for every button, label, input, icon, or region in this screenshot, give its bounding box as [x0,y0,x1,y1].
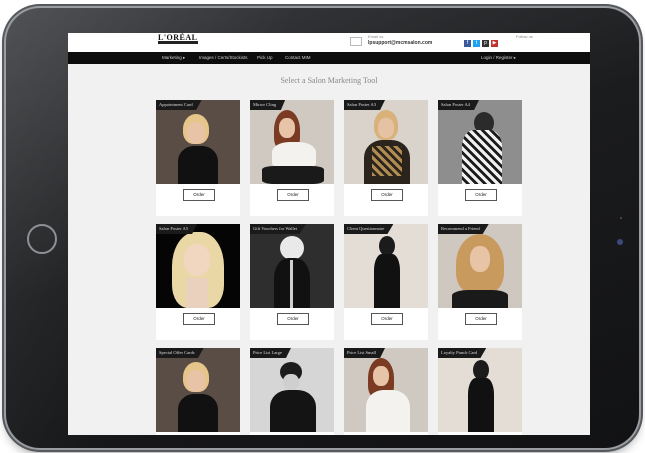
nav-bar: Marketing ▸ Images / Certs/Stockists Pic… [68,52,590,64]
page-title: Select a Salon Marketing Tool [280,76,378,85]
product-card[interactable]: Loyalty Punch Card [438,348,522,435]
home-button[interactable] [27,224,57,254]
product-photo [250,224,334,308]
tablet-screen: L'ORÉAL Email us lpsupport@mcmsalon.com … [68,33,590,435]
product-title: Salon Poster A4 [438,100,480,110]
product-card[interactable]: Recommend a Friend Order [438,224,522,340]
sensor-icon [620,217,622,219]
product-photo [438,348,522,432]
order-button[interactable]: Order [183,189,215,201]
product-card[interactable]: Price List Small [344,348,428,435]
nav-contact[interactable]: Contact MIM [285,55,311,60]
twitter-icon[interactable]: t [473,40,480,47]
product-card[interactable]: Salon Poster A3 Order [344,100,428,216]
order-button[interactable]: Order [371,313,403,325]
logo-underline [158,41,198,44]
product-title: Price List Large [250,348,291,358]
nav-login[interactable]: Login / Register ▸ [481,55,516,61]
product-photo [156,348,240,432]
product-card[interactable]: Gift Vouchers for Wallet Order [250,224,334,340]
order-button[interactable]: Order [371,189,403,201]
contact-email-link[interactable]: lpsupport@mcmsalon.com [368,40,432,46]
order-button[interactable]: Order [465,313,497,325]
product-title: Recommend a Friend [438,224,489,234]
product-title: Salon Poster A3 [344,100,386,110]
product-card[interactable]: Salon Poster A5 Order [156,224,240,340]
social-links: f t p ▶ [464,40,498,47]
nav-images[interactable]: Images / Certs/Stockists [199,55,248,60]
product-title: Loyalty Punch Card [438,348,487,358]
contact-label: Email us [368,34,384,39]
product-title: Price List Small [344,348,385,358]
youtube-icon[interactable]: ▶ [491,40,498,47]
product-title: Special Offer Cards [156,348,204,358]
product-photo [250,348,334,432]
product-title: Appointment Card [156,100,202,110]
product-photo [250,100,334,184]
mail-icon [350,37,362,46]
order-button[interactable]: Order [277,313,309,325]
pinterest-icon[interactable]: p [482,40,489,47]
product-card[interactable]: Special Offer Cards [156,348,240,435]
product-card[interactable]: Mirror Cling Order [250,100,334,216]
product-card[interactable]: Appointment Card Order [156,100,240,216]
product-photo [344,224,428,308]
order-button[interactable]: Order [277,189,309,201]
follow-label: Follow us [516,34,533,39]
site-header: L'ORÉAL Email us lpsupport@mcmsalon.com … [68,33,590,52]
product-photo [438,100,522,184]
product-title: Mirror Cling [250,100,286,110]
product-card[interactable]: Price List Large [250,348,334,435]
product-card[interactable]: Client Questionnaire Order [344,224,428,340]
camera-icon [617,239,623,245]
product-photo [156,224,240,308]
product-title: Gift Vouchers for Wallet [250,224,307,234]
facebook-icon[interactable]: f [464,40,471,47]
product-photo [344,100,428,184]
order-button[interactable]: Order [465,189,497,201]
product-title: Client Questionnaire [344,224,394,234]
product-photo [438,224,522,308]
nav-pick-up[interactable]: Pick Up [257,55,273,60]
product-title: Salon Poster A5 [156,224,198,234]
nav-marketing[interactable]: Marketing ▸ [162,55,185,61]
product-photo [344,348,428,432]
product-photo [156,100,240,184]
product-card[interactable]: Salon Poster A4 Order [438,100,522,216]
order-button[interactable]: Order [183,313,215,325]
